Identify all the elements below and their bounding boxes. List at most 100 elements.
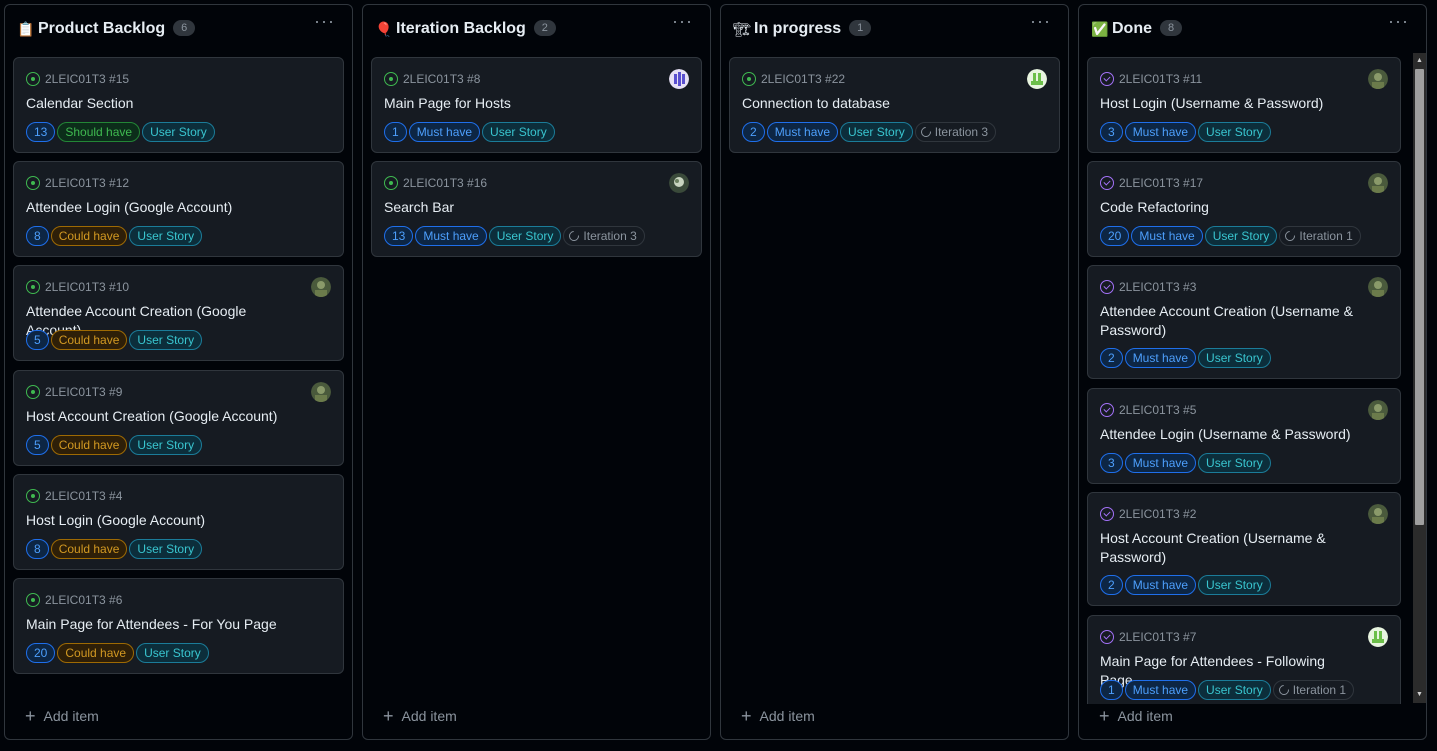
priority-label: Should have — [57, 122, 141, 142]
issue-title[interactable]: Main Page for Hosts — [384, 94, 661, 113]
story-points-label: 5 — [26, 330, 49, 350]
iteration-icon — [1276, 682, 1291, 698]
issue-reference[interactable]: 2LEIC01T3 #6 — [45, 593, 122, 607]
issue-reference[interactable]: 2LEIC01T3 #11 — [1119, 72, 1202, 86]
issue-card[interactable]: 2LEIC01T3 #5 Attendee Login (Username & … — [1087, 388, 1401, 484]
issue-card[interactable]: 2LEIC01T3 #12 Attendee Login (Google Acc… — [13, 161, 344, 257]
column-menu-button[interactable]: ··· — [314, 12, 334, 33]
assignee-avatar[interactable] — [1368, 627, 1388, 647]
assignee-avatar[interactable] — [1368, 504, 1388, 524]
issue-title[interactable]: Main Page for Attendees - For You Page — [26, 615, 303, 634]
assignee-avatar[interactable] — [1027, 69, 1047, 89]
type-label: User Story — [1198, 348, 1271, 368]
story-points-label: 5 — [26, 435, 49, 455]
story-points-label: 1 — [384, 122, 407, 142]
item-count-badge: 8 — [1160, 20, 1182, 36]
assignee-avatar[interactable] — [669, 69, 689, 89]
issue-card[interactable]: 2LEIC01T3 #17 Code Refactoring 20 Must ha… — [1087, 161, 1401, 257]
assignee-avatar[interactable] — [311, 277, 331, 297]
closed-issue-icon — [1100, 507, 1114, 521]
issue-card[interactable]: 2LEIC01T3 #15 Calendar Section 13 Should … — [13, 57, 344, 153]
plus-icon: + — [1099, 706, 1110, 726]
issue-card[interactable]: 2LEIC01T3 #11 Host Login (Username & Pas… — [1087, 57, 1401, 153]
add-item-button[interactable]: + Add item — [741, 706, 815, 727]
assignee-avatar[interactable] — [1368, 400, 1388, 420]
issue-card[interactable]: 2LEIC01T3 #10 Attendee Account Creation … — [13, 265, 344, 361]
issue-card[interactable]: 2LEIC01T3 #22 Connection to database 2 Mu… — [729, 57, 1060, 153]
issue-card[interactable]: 2LEIC01T3 #4 Host Login (Google Account)… — [13, 474, 344, 570]
item-count-badge: 2 — [533, 20, 556, 36]
issue-card[interactable]: 2LEIC01T3 #6 Main Page for Attendees - F… — [13, 578, 344, 674]
scrollbar-thumb[interactable] — [1415, 69, 1424, 525]
issue-title[interactable]: Host Login (Google Account) — [26, 511, 303, 530]
priority-label: Must have — [1131, 226, 1203, 246]
scroll-up-arrow-icon[interactable]: ▲ — [1413, 55, 1426, 67]
issue-card[interactable]: 2LEIC01T3 #3 Attendee Account Creation (… — [1087, 265, 1401, 379]
column-menu-button[interactable]: ··· — [1388, 12, 1408, 33]
assignee-avatar[interactable] — [1368, 277, 1388, 297]
issue-reference[interactable]: 2LEIC01T3 #2 — [1119, 507, 1196, 521]
issue-reference[interactable]: 2LEIC01T3 #5 — [1119, 403, 1196, 417]
issue-title[interactable]: Search Bar — [384, 198, 661, 217]
issue-reference[interactable]: 2LEIC01T3 #4 — [45, 489, 122, 503]
issue-reference[interactable]: 2LEIC01T3 #3 — [1119, 280, 1196, 294]
issue-title[interactable]: Host Account Creation (Username & Passwo… — [1100, 529, 1360, 567]
issue-reference[interactable]: 2LEIC01T3 #17 — [1119, 176, 1203, 190]
priority-label: Could have — [50, 435, 128, 455]
iteration-icon — [918, 124, 933, 140]
issue-reference[interactable]: 2LEIC01T3 #9 — [45, 385, 122, 399]
issue-reference[interactable]: 2LEIC01T3 #7 — [1119, 630, 1196, 644]
type-label: User Story — [482, 122, 555, 142]
issue-reference[interactable]: 2LEIC01T3 #10 — [45, 280, 129, 294]
column-header: 📋 Product Backlog 6 ··· — [5, 5, 352, 53]
open-issue-icon — [26, 280, 40, 294]
assignee-avatar[interactable] — [311, 382, 331, 402]
issue-title[interactable]: Host Login (Username & Password) — [1100, 94, 1360, 113]
iteration-icon — [1283, 228, 1298, 244]
issue-title[interactable]: Code Refactoring — [1100, 198, 1360, 217]
issue-card[interactable]: 2LEIC01T3 #8 Main Page for Hosts 1 Must h… — [371, 57, 702, 153]
add-item-button[interactable]: + Add item — [383, 706, 457, 727]
issue-title[interactable]: Attendee Login (Username & Password) — [1100, 425, 1360, 444]
issue-title[interactable]: Connection to database — [742, 94, 1019, 113]
issue-title[interactable]: Attendee Account Creation (Username & Pa… — [1100, 302, 1360, 340]
issue-reference[interactable]: 2LEIC01T3 #22 — [761, 72, 845, 86]
column-menu-button[interactable]: ··· — [1030, 12, 1050, 33]
column-done: ✅ Done 8 ··· 2LEIC01T3 #11 Host Login (Us… — [1078, 4, 1427, 740]
closed-issue-icon — [1100, 72, 1114, 86]
column-title: Product Backlog 6 — [38, 20, 196, 38]
add-item-button[interactable]: + Add item — [1079, 704, 1410, 729]
issue-reference[interactable]: 2LEIC01T3 #8 — [403, 72, 480, 86]
add-item-button[interactable]: + Add item — [25, 706, 99, 727]
done-column-scrollbar[interactable]: ▲ ▼ — [1410, 53, 1426, 703]
priority-label: Must have — [408, 122, 481, 142]
issue-title[interactable]: Host Account Creation (Google Account) — [26, 407, 303, 426]
issue-title[interactable]: Attendee Login (Google Account) — [26, 198, 303, 217]
assignee-avatar[interactable] — [1368, 69, 1388, 89]
open-issue-icon — [26, 72, 40, 86]
issue-card[interactable]: 2LEIC01T3 #16 Search Bar 13 Must have User… — [371, 161, 702, 257]
type-label: User Story — [1198, 453, 1271, 473]
issue-reference[interactable]: 2LEIC01T3 #12 — [45, 176, 129, 190]
issue-card[interactable]: 2LEIC01T3 #2 Host Account Creation (User… — [1087, 492, 1401, 606]
type-label: User Story — [1204, 226, 1278, 246]
issue-reference[interactable]: 2LEIC01T3 #15 — [45, 72, 129, 86]
scroll-down-arrow-icon[interactable]: ▼ — [1413, 689, 1426, 701]
column-menu-button[interactable]: ··· — [672, 12, 692, 33]
open-issue-icon — [742, 72, 756, 86]
closed-issue-icon — [1100, 280, 1114, 294]
assignee-avatar[interactable] — [669, 173, 689, 193]
story-points-label: 2 — [1100, 575, 1123, 595]
story-points-label: 20 — [26, 643, 56, 663]
issue-reference[interactable]: 2LEIC01T3 #16 — [403, 176, 487, 190]
open-issue-icon — [26, 176, 40, 190]
issue-card[interactable]: 2LEIC01T3 #9 Host Account Creation (Goog… — [13, 370, 344, 466]
assignee-avatar[interactable] — [1368, 173, 1388, 193]
priority-label: Could have — [50, 330, 128, 350]
issue-card[interactable]: 2LEIC01T3 #7 Main Page for Attendees - F… — [1087, 615, 1401, 711]
column-header: 🎈 Iteration Backlog 2 ··· — [363, 5, 710, 53]
type-label: User Story — [1198, 575, 1271, 595]
closed-issue-icon — [1100, 630, 1114, 644]
type-label: User Story — [129, 226, 203, 246]
issue-title[interactable]: Calendar Section — [26, 94, 303, 113]
